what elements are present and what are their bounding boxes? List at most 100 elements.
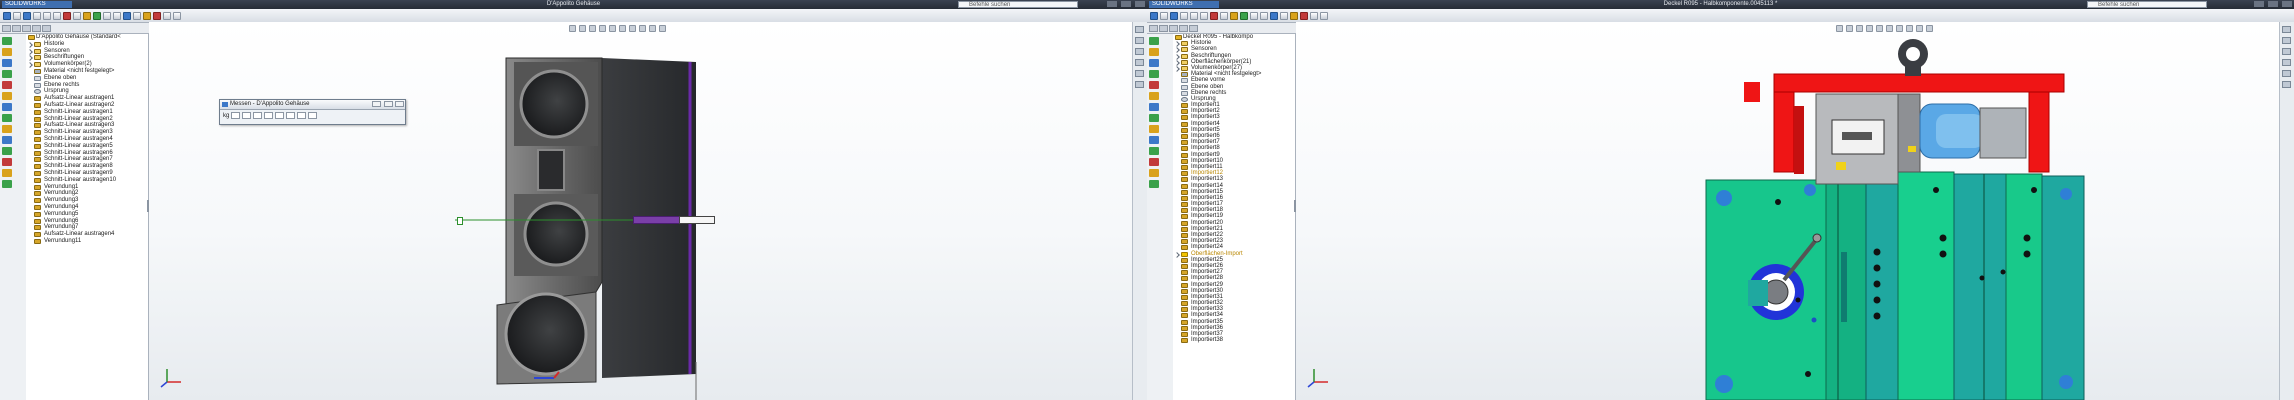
tool-icon[interactable] (1149, 37, 1159, 45)
fillet-icon[interactable] (1250, 11, 1258, 20)
new-doc-icon[interactable] (1150, 11, 1158, 20)
view-palette-icon[interactable] (2282, 59, 2291, 66)
maximize-icon[interactable] (2268, 1, 2278, 7)
undo-icon[interactable] (1190, 11, 1198, 20)
tool-icon[interactable] (2, 37, 12, 45)
tool-icon[interactable] (1149, 169, 1159, 177)
undo-icon[interactable] (43, 11, 51, 20)
appearance-icon[interactable] (143, 11, 151, 20)
tool-icon[interactable] (2, 147, 12, 155)
tab-display[interactable] (1189, 24, 1198, 32)
tool-icon[interactable] (1149, 158, 1159, 166)
scene-icon[interactable] (153, 11, 161, 20)
tree-item[interactable]: Verrundung11 (26, 238, 148, 245)
sketch-icon[interactable] (113, 11, 121, 20)
cut-icon[interactable] (93, 11, 101, 20)
tool-icon[interactable] (2, 180, 12, 188)
appearances-icon[interactable] (2282, 70, 2291, 77)
tool-icon[interactable] (1149, 70, 1159, 78)
tool-icon[interactable] (2, 114, 12, 122)
file-explorer-icon[interactable] (1135, 48, 1144, 55)
display-style-icon[interactable] (1320, 11, 1328, 20)
tree-item[interactable]: Verrundung3 (26, 197, 148, 204)
command-search-input[interactable]: Befehle suchen (958, 1, 1078, 8)
minimize-icon[interactable] (2254, 1, 2264, 7)
graphics-area[interactable] (1296, 22, 2294, 400)
maximize-icon[interactable] (1121, 1, 1131, 7)
resources-icon[interactable] (1135, 26, 1144, 33)
tree-item[interactable]: Aufsatz-Linear austragen3 (26, 122, 148, 129)
tree-item[interactable]: Schnitt-Linear austragen9 (26, 170, 148, 177)
view-icon[interactable] (1310, 11, 1318, 20)
tree-item[interactable]: Verrundung7 (26, 224, 148, 231)
tool-icon[interactable] (1149, 114, 1159, 122)
rebuild-icon[interactable] (1210, 11, 1218, 20)
extrude-icon[interactable] (1230, 11, 1238, 20)
fillet-icon[interactable] (103, 11, 111, 20)
tool-icon[interactable] (1149, 92, 1159, 100)
tab-property-manager[interactable] (12, 24, 21, 32)
tab-feature-tree[interactable] (1149, 24, 1158, 32)
measure-icon[interactable] (1270, 11, 1278, 20)
speaker-enclosure-model[interactable] (149, 22, 1147, 400)
tool-icon[interactable] (1149, 180, 1159, 188)
custom-properties-icon[interactable] (2282, 81, 2291, 88)
tool-icon[interactable] (2, 158, 12, 166)
tree-item[interactable]: Verrundung1 (26, 184, 148, 191)
tool-icon[interactable] (1149, 136, 1159, 144)
tree-item[interactable]: Beschriftungen (26, 54, 148, 62)
tab-property-manager[interactable] (1159, 24, 1168, 32)
tool-icon[interactable] (2, 169, 12, 177)
options-icon[interactable] (1220, 11, 1228, 20)
tree-item[interactable]: Verrundung6 (26, 218, 148, 225)
open-icon[interactable] (13, 11, 21, 20)
tree-item[interactable]: Schnitt-Linear austragen1 (26, 109, 148, 116)
tree-item[interactable]: Sensoren (26, 48, 148, 55)
tree-item[interactable]: Schnitt-Linear austragen4 (26, 136, 148, 143)
tool-icon[interactable] (1149, 125, 1159, 133)
tree-root[interactable]: D'Appolito Gehäuse (Standard< (26, 34, 148, 41)
view-icon[interactable] (163, 11, 171, 20)
file-explorer-icon[interactable] (2282, 48, 2291, 55)
section-icon[interactable] (133, 11, 141, 20)
tree-item[interactable]: Ebene oben (26, 75, 148, 82)
tool-icon[interactable] (2, 136, 12, 144)
new-doc-icon[interactable] (3, 11, 11, 20)
tab-configuration[interactable] (22, 24, 31, 32)
tree-item[interactable]: Schnitt-Linear austragen6 (26, 150, 148, 157)
tree-item[interactable]: Schnitt-Linear austragen10 (26, 177, 148, 184)
arc-options-icon[interactable] (231, 112, 241, 119)
tree-item[interactable]: Schnitt-Linear austragen7 (26, 156, 148, 163)
tree-item[interactable]: Schnitt-Linear austragen3 (26, 129, 148, 136)
tree-item[interactable]: Importiert38 (1173, 337, 1295, 344)
options-icon[interactable] (73, 11, 81, 20)
redo-icon[interactable] (1200, 11, 1208, 20)
create-sensor-icon[interactable] (297, 112, 307, 119)
appearance-icon[interactable] (1290, 11, 1298, 20)
pin-icon[interactable] (372, 101, 381, 107)
tool-icon[interactable] (1149, 59, 1159, 67)
save-icon[interactable] (1170, 11, 1178, 20)
tree-item[interactable]: Ursprung (26, 88, 148, 95)
print-icon[interactable] (1180, 11, 1188, 20)
tool-icon[interactable] (1149, 103, 1159, 111)
design-library-icon[interactable] (1135, 37, 1144, 44)
tab-display[interactable] (42, 24, 51, 32)
measure-dialog[interactable]: Messen - D'Appolito Gehäuse kg (219, 99, 406, 125)
redo-icon[interactable] (53, 11, 61, 20)
custom-properties-icon[interactable] (1135, 81, 1144, 88)
tree-item[interactable]: Verrundung4 (26, 204, 148, 211)
tree-item[interactable]: Aufsatz-Linear austragen1 (26, 95, 148, 102)
toggle-dialog-icon[interactable] (308, 112, 318, 119)
scene-icon[interactable] (1300, 11, 1308, 20)
tool-icon[interactable] (1149, 48, 1159, 56)
open-icon[interactable] (1160, 11, 1168, 20)
resources-icon[interactable] (2282, 26, 2291, 33)
display-style-icon[interactable] (173, 11, 181, 20)
save-icon[interactable] (23, 11, 31, 20)
tool-icon[interactable] (2, 92, 12, 100)
tree-item[interactable]: Verrundung5 (26, 211, 148, 218)
print-icon[interactable] (33, 11, 41, 20)
cut-icon[interactable] (1240, 11, 1248, 20)
tool-icon[interactable] (2, 70, 12, 78)
